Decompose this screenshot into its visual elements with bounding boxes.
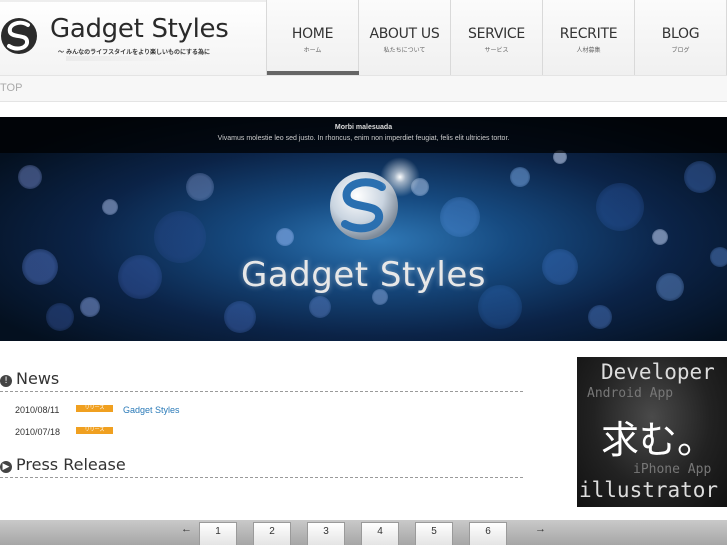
nav-service-sublabel: サービス: [484, 47, 509, 54]
bokeh-dot: [684, 161, 716, 193]
news-heading-text: News: [16, 369, 60, 388]
ad-line-developer: Developer: [601, 360, 715, 384]
banner-caption: Morbi malesuada Vivamus molestie leo sed…: [0, 117, 727, 153]
bokeh-dot: [510, 167, 530, 187]
pager-page-button[interactable]: 4: [361, 522, 399, 545]
pager-page-button[interactable]: 3: [307, 522, 345, 545]
nav-recrite[interactable]: RECRITE 人材募集: [543, 0, 635, 75]
header-top-line: [0, 0, 267, 2]
ad-main-text: 求む。: [601, 418, 716, 462]
bokeh-dot: [18, 165, 42, 189]
breadcrumb: TOP: [0, 75, 727, 102]
nav-blog-label: BLOG: [661, 26, 700, 42]
news-divider: [0, 391, 523, 392]
nav-recrite-label: RECRITE: [559, 26, 618, 42]
nav-service[interactable]: SERVICE サービス: [451, 0, 543, 75]
info-icon: !: [0, 375, 12, 387]
logo-title[interactable]: Gadget Styles: [50, 14, 229, 44]
pager-page-button[interactable]: 5: [415, 522, 453, 545]
bokeh-dot: [652, 229, 668, 245]
pagination: ← 1 2 3 4 5 6 →: [0, 520, 727, 545]
nav-home[interactable]: HOME ホーム: [267, 0, 359, 75]
bokeh-dot: [440, 197, 480, 237]
logo-reflection: [66, 56, 196, 61]
nav-home-label: HOME: [291, 26, 334, 42]
nav-blog-sublabel: ブログ: [671, 47, 690, 54]
nav-about-sublabel: 私たちについて: [383, 47, 426, 54]
nav-home-sublabel: ホーム: [303, 47, 322, 54]
pager-page-button[interactable]: 6: [469, 522, 507, 545]
banner-caption-title: Morbi malesuada: [334, 124, 393, 131]
nav-recrite-sublabel: 人材募集: [576, 47, 601, 54]
bokeh-dot: [588, 305, 612, 329]
nav-service-label: SERVICE: [468, 26, 525, 42]
ad-line-android: Android App: [587, 386, 674, 401]
bokeh-dot: [224, 301, 256, 333]
bokeh-dot: [186, 173, 214, 201]
banner-title: Gadget Styles: [240, 255, 486, 295]
bokeh-dot: [102, 199, 118, 215]
ad-line-illustrator: illustrator: [579, 478, 719, 502]
lens-flare: [380, 157, 420, 197]
pager-next-button[interactable]: →: [535, 523, 546, 535]
news-link[interactable]: Gadget Styles: [123, 405, 180, 415]
hero-banner: Morbi malesuada Vivamus molestie leo sed…: [0, 117, 727, 341]
bokeh-dot: [596, 183, 644, 231]
bokeh-dot: [276, 228, 294, 246]
bokeh-dot: [46, 303, 74, 331]
pager-page-button[interactable]: 1: [199, 522, 237, 545]
breadcrumb-current[interactable]: TOP: [0, 82, 22, 94]
site-header: Gadget Styles 〜 みんなのライフスタイルをより楽しいものにする為に…: [0, 0, 727, 75]
release-badge: リリース: [76, 405, 113, 412]
page: Gadget Styles 〜 みんなのライフスタイルをより楽しいものにする為に…: [0, 0, 727, 545]
logo-icon[interactable]: [0, 14, 38, 58]
banner-caption-text: Vivamus molestie leo sed justo. In rhonc…: [217, 135, 510, 142]
press-divider: [0, 477, 523, 478]
bokeh-dot: [80, 297, 100, 317]
nav-about-label: ABOUT US: [369, 26, 440, 42]
recruit-ad-banner[interactable]: Developer Android App 求む。 iPhone App ill…: [577, 357, 727, 507]
news-date: 2010/07/18: [15, 427, 61, 437]
news-date: 2010/08/11: [15, 405, 60, 415]
release-badge: リリース: [76, 427, 113, 434]
logo-tagline: 〜 みんなのライフスタイルをより楽しいものにする為に: [58, 49, 211, 56]
pager-page-button[interactable]: 2: [253, 522, 291, 545]
press-heading: ▶ Press Release: [0, 455, 126, 474]
nav-blog[interactable]: BLOG ブログ: [635, 0, 727, 75]
main-nav: HOME ホーム ABOUT US 私たちについて SERVICE サービス R…: [266, 0, 727, 75]
ad-line-iphone: iPhone App: [633, 462, 712, 477]
press-heading-text: Press Release: [16, 455, 126, 474]
pager-prev-button[interactable]: ←: [181, 523, 192, 535]
bokeh-dot: [309, 296, 331, 318]
news-heading: ! News: [0, 369, 59, 388]
play-icon: ▶: [0, 461, 12, 473]
nav-about[interactable]: ABOUT US 私たちについて: [359, 0, 451, 75]
